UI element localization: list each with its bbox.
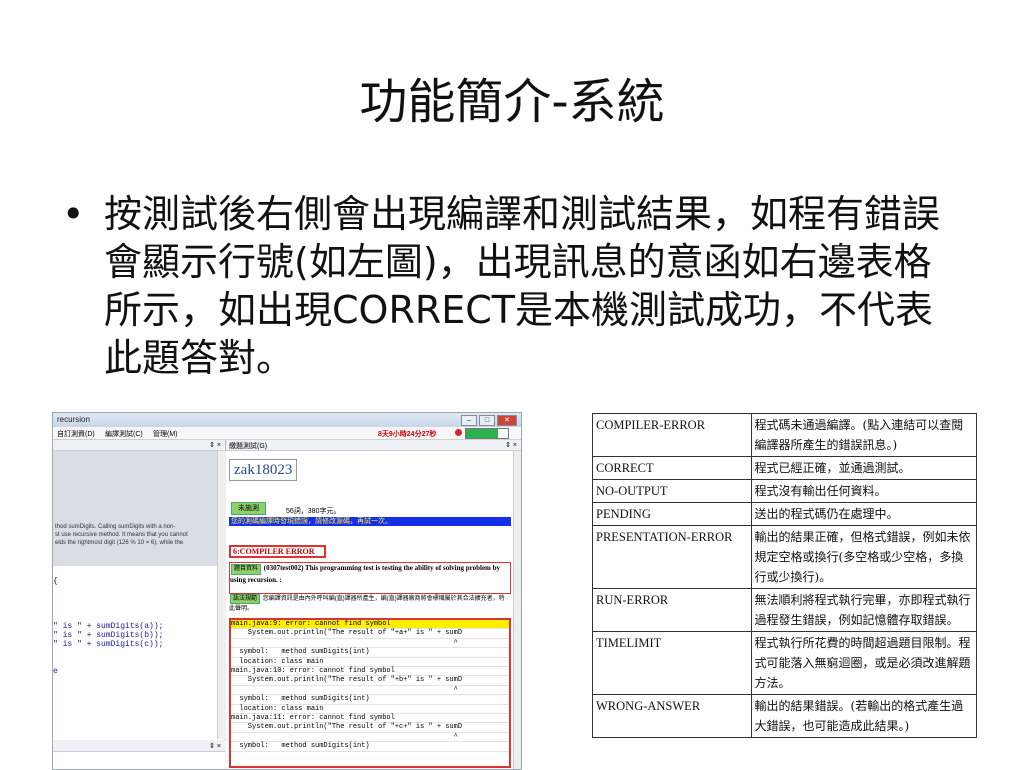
left-pane2-header: ⇕ ×: [53, 741, 225, 752]
method-tag: 語法規範: [230, 594, 261, 604]
status-description: 輸出的結果正確，但格式錯誤，例如未依規定空格或換行(多空格或少空格，多換行或少換…: [750, 525, 978, 589]
status-code: TIMELIMIT: [592, 631, 752, 695]
status-code-table: COMPILER-ERROR 程式碼未通過編譯。(點入連結可以查閱編譯器所產生的錯…: [592, 413, 978, 738]
error-log-line: ^: [231, 686, 509, 696]
left-pane: ⇕ × thod sumDigits. Calling sumDigits wi…: [53, 440, 226, 740]
status-code: NO-OUTPUT: [592, 479, 752, 503]
error-log-line: System.out.println("The result of "+a+" …: [231, 629, 509, 639]
slide-title: 功能簡介-系統: [359, 74, 665, 130]
status-code: PRESENTATION-ERROR: [592, 525, 752, 589]
error-log: main.java:9: error: cannot find symbol S…: [229, 618, 511, 768]
code-editor[interactable]: { " is " + sumDigits(a)); " is " + sumDig…: [53, 568, 217, 676]
table-row: NO-OUTPUT 程式沒有輸出任何資料。: [592, 479, 978, 503]
menubar: 自訂測資(D) 編譯測試(C) 管理(M) 8天9小時24分27秒: [53, 427, 521, 440]
countdown-timer: 8天9小時24分27秒: [378, 431, 437, 438]
close-button[interactable]: ✕: [497, 415, 517, 426]
table-row: PRESENTATION-ERROR 輸出的結果正確，但格式錯誤，例如未依規定空格…: [592, 525, 978, 589]
error-log-line: symbol: method sumDigits(int): [231, 742, 509, 752]
problem-text: (0307test002) This programming test is t…: [230, 564, 501, 584]
window-title: recursion: [57, 415, 90, 424]
problem-description: thod sumDigits. Calling sumDigits with a…: [53, 451, 217, 566]
description-text: thod sumDigits. Calling sumDigits with a…: [55, 524, 188, 546]
error-log-line: ^: [231, 639, 509, 649]
error-log-line: symbol: method sumDigits(int): [231, 695, 509, 705]
status-description: 程式已經正確，並通過測試。: [750, 456, 978, 480]
status-code: WRONG-ANSWER: [592, 694, 752, 738]
code-line: e: [53, 667, 58, 676]
menu-custom-test[interactable]: 自訂測資(D): [57, 429, 95, 439]
right-pane-title: 繳題測試(G): [229, 443, 268, 450]
error-log-line: System.out.println("The result of "+b+" …: [231, 676, 509, 686]
error-log-line: main.java:10: error: cannot find symbol: [231, 667, 509, 677]
window-controls: – □ ✕: [461, 415, 517, 426]
table-row: RUN-ERROR 無法順利將程式執行完畢，亦即程式執行過程發生錯誤，例如記憶體存…: [592, 588, 978, 632]
problem-section: 題目資料 (0307test002) This programming test…: [229, 562, 511, 594]
status-code: PENDING: [592, 502, 752, 526]
code-line: {: [53, 577, 58, 586]
table-row: CORRECT 程式已經正確，並通過測試。: [592, 456, 978, 480]
status-code: COMPILER-ERROR: [592, 413, 752, 457]
table-row: WRONG-ANSWER 輸出的結果錯誤。(若輸出的格式產生過大錯誤，也可能造成此…: [592, 694, 978, 738]
error-log-line: location: class main: [231, 658, 509, 668]
status-description: 程式執行所花費的時間超過題目限制。程式可能落入無窮迴圈，或是必須改進解題方法。: [750, 631, 978, 695]
error-log-line: symbol: method sumDigits(int): [231, 648, 509, 658]
time-progress-bar: [465, 428, 509, 439]
method-section: 語法規範 您編譯資訊是由內外呼叫編(直)譯器所產生，編(直)譯器廠商將會標幟屬於…: [229, 593, 509, 617]
status-code: RUN-ERROR: [592, 588, 752, 632]
status-icon: [455, 429, 462, 436]
bullet-paragraph: • 按測試後右側會出現編譯和測試結果，如程有錯誤會顯示行號(如左圖)，出現訊息的…: [62, 190, 962, 382]
maximize-button[interactable]: □: [479, 415, 495, 426]
pane-close-icon[interactable]: ⇕ ×: [505, 441, 517, 449]
status-description: 無法順利將程式執行完畢，亦即程式執行過程發生錯誤，例如記憶體存取錯誤。: [750, 588, 978, 632]
problem-tag: 題目資料: [231, 564, 262, 575]
pane-close-icon[interactable]: ⇕ ×: [209, 441, 221, 449]
method-text: 您編譯資訊是由內外呼叫編(直)譯器所產生，編(直)譯器廠商將會標幟屬於其合法擴充…: [229, 596, 505, 612]
right-scrollbar[interactable]: [513, 451, 521, 769]
code-line: " is " + sumDigits(a));: [53, 622, 164, 631]
menu-compile-test[interactable]: 編譯測試(C): [105, 429, 143, 439]
status-description: 程式碼未通過編譯。(點入連結可以查閱編譯器所產生的錯誤訊息。): [750, 413, 978, 457]
untested-badge[interactable]: 未施測: [231, 502, 266, 515]
minimize-button[interactable]: –: [461, 415, 477, 426]
status-description: 程式沒有輸出任何資料。: [750, 479, 978, 503]
table-row: TIMELIMIT 程式執行所花費的時間超過題目限制。程式可能落入無窮迴圈，或是必…: [592, 631, 978, 695]
right-pane-header: 繳題測試(G) ⇕ ×: [226, 440, 521, 451]
user-id: zak18023: [229, 459, 298, 481]
table-row: PENDING 送出的程式碼仍在處理中。: [592, 502, 978, 526]
left-scrollbar[interactable]: [217, 451, 226, 739]
error-log-line: ^: [231, 733, 509, 743]
left-pane-header: ⇕ ×: [53, 440, 225, 451]
window-titlebar: recursion – □ ✕: [53, 413, 521, 427]
menu-manage[interactable]: 管理(M): [153, 429, 178, 439]
error-banner: 您的測碼編譯時發現錯誤，請修改源碼，再試一次。: [229, 517, 511, 526]
status-description: 送出的程式碼仍在處理中。: [750, 502, 978, 526]
code-line: " is " + sumDigits(c));: [53, 640, 164, 649]
right-pane: 繳題測試(G) ⇕ × zak18023 未施測 56詞，380字元。 您的測碼…: [226, 440, 521, 769]
table-row: COMPILER-ERROR 程式碼未通過編譯。(點入連結可以查閱編譯器所產生的錯…: [592, 413, 978, 457]
pane-close-icon[interactable]: ⇕ ×: [209, 742, 221, 750]
error-log-line: main.java:9: error: cannot find symbol: [231, 620, 509, 630]
app-screenshot: recursion – □ ✕ 自訂測資(D) 編譯測試(C) 管理(M) 8天…: [52, 412, 522, 770]
status-description: 輸出的結果錯誤。(若輸出的格式產生過大錯誤，也可能造成此結果。): [750, 694, 978, 738]
left-pane-bottom: ⇕ ×: [53, 741, 225, 769]
compile-error-status[interactable]: 6:COMPILER ERROR: [229, 545, 326, 558]
code-line: " is " + sumDigits(b));: [53, 631, 164, 640]
error-log-line: main.java:11: error: cannot find symbol: [231, 714, 509, 724]
status-code: CORRECT: [592, 456, 752, 480]
bullet-dot: •: [62, 192, 85, 236]
bullet-text: 按測試後右側會出現編譯和測試結果，如程有錯誤會顯示行號(如左圖)，出現訊息的意函…: [104, 192, 941, 380]
code-stats: 56詞，380字元。: [286, 508, 341, 515]
error-log-line: System.out.println("The result of "+c+" …: [231, 723, 509, 733]
error-log-line: location: class main: [231, 705, 509, 715]
